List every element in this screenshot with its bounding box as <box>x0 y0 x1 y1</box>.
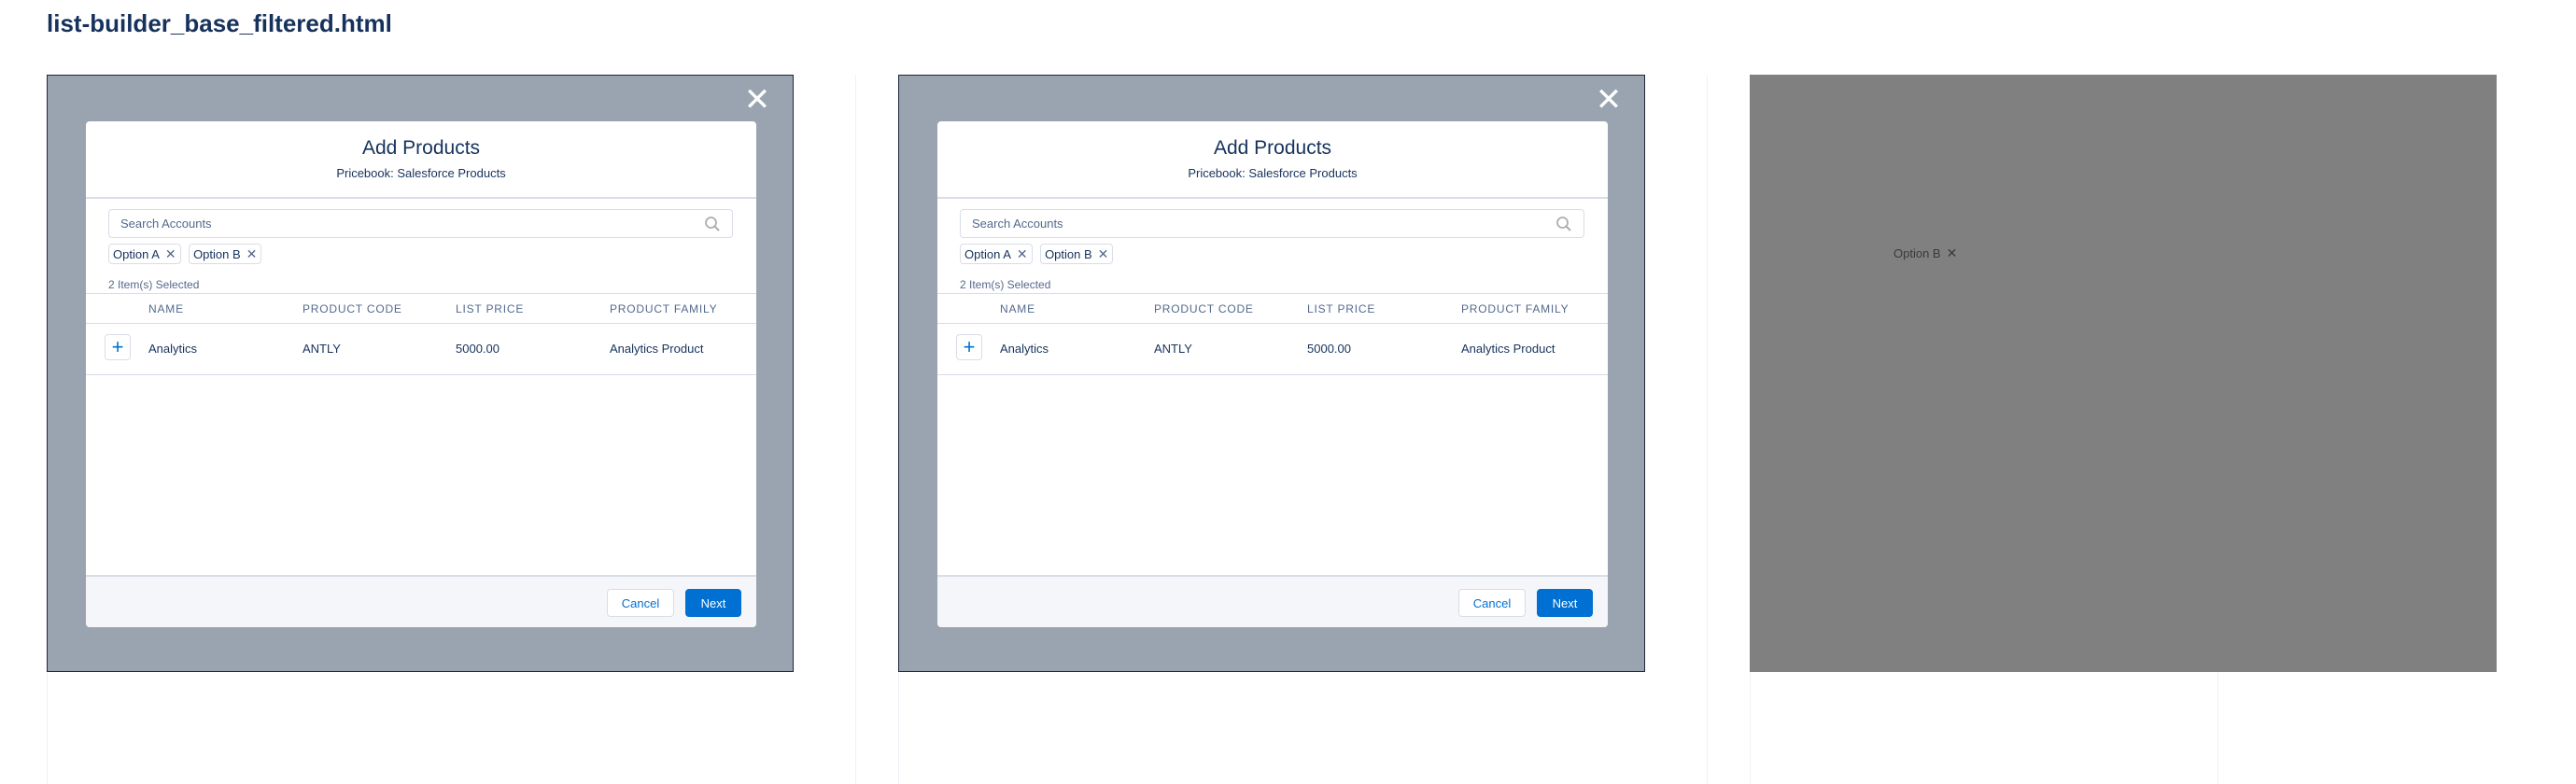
pill-label: Option B <box>1045 246 1092 261</box>
cell-name: Analytics <box>1000 342 1049 356</box>
cancel-button[interactable]: Cancel <box>607 589 674 617</box>
search-placeholder: Search Accounts <box>972 217 1063 231</box>
table-row: + Analytics ANTLY 5000.00 Analytics Prod… <box>86 324 756 375</box>
pill-option-b: Option B ✕ <box>189 244 262 264</box>
modal-body: Search Accounts Option A ✕ Option B ✕ 2 It… <box>86 199 756 575</box>
cell-product-code: ANTLY <box>303 342 341 356</box>
add-products-modal: Add Products Pricebook: Salesforce Produ… <box>937 121 1608 627</box>
column-header-product-code: PRODUCT CODE <box>1154 302 1254 315</box>
modal-header: Add Products Pricebook: Salesforce Produ… <box>937 121 1608 199</box>
table-header: NAME PRODUCT CODE LIST PRICE PRODUCT FAM… <box>86 293 756 324</box>
close-icon[interactable]: ✕ <box>1017 246 1028 262</box>
selected-pills: Option A ✕ Option B ✕ <box>108 244 265 266</box>
modal-subtitle: Pricebook: Salesforce Products <box>1188 166 1358 180</box>
add-products-modal: Add Products Pricebook: Salesforce Produ… <box>86 121 756 627</box>
close-icon[interactable]: ✕ <box>246 246 258 262</box>
cell-product-family: Analytics Product <box>610 342 704 356</box>
modal-frame-2: ✕ Add Products Pricebook: Salesforce Pro… <box>898 75 1645 672</box>
products-table: NAME PRODUCT CODE LIST PRICE PRODUCT FAM… <box>86 293 756 375</box>
pill-option-b: Option B ✕ <box>1040 244 1114 264</box>
next-button[interactable]: Next <box>685 589 741 617</box>
next-button[interactable]: Next <box>1537 589 1593 617</box>
close-icon[interactable]: ✕ <box>742 84 772 116</box>
table-header: NAME PRODUCT CODE LIST PRICE PRODUCT FAM… <box>937 293 1608 324</box>
modal-footer: Cancel Next <box>937 575 1608 627</box>
pill-label: Option A <box>964 246 1011 261</box>
filtered-frame-3: Option B ✕ <box>1750 75 2497 672</box>
selected-count: 2 Item(s) Selected <box>960 278 1051 291</box>
modal-title: Add Products <box>1213 137 1332 159</box>
column-header-list-price: LIST PRICE <box>456 302 525 315</box>
cell-list-price: 5000.00 <box>456 342 500 356</box>
column-header-product-code: PRODUCT CODE <box>303 302 402 315</box>
plus-icon[interactable]: + <box>956 334 982 360</box>
column-header-product-family: PRODUCT FAMILY <box>610 302 718 315</box>
cell-product-family: Analytics Product <box>1461 342 1555 356</box>
cell-list-price: 5000.00 <box>1307 342 1351 356</box>
cell-name: Analytics <box>148 342 198 356</box>
modal-frame-1: ✕ Add Products Pricebook: Salesforce Pro… <box>47 75 794 672</box>
search-icon <box>1556 217 1571 231</box>
pill-option-b: Option B ✕ <box>1892 243 1959 263</box>
pill-label: Option A <box>113 246 160 261</box>
search-icon <box>705 217 720 231</box>
modal-subtitle: Pricebook: Salesforce Products <box>336 166 506 180</box>
selected-count: 2 Item(s) Selected <box>108 278 200 291</box>
cell-product-code: ANTLY <box>1154 342 1192 356</box>
cancel-button[interactable]: Cancel <box>1458 589 1526 617</box>
pill-label: Option B <box>1893 245 1941 260</box>
table-row: + Analytics ANTLY 5000.00 Analytics Prod… <box>937 324 1608 375</box>
selected-pills: Option A ✕ Option B ✕ <box>960 244 1117 266</box>
search-placeholder: Search Accounts <box>120 217 212 231</box>
close-icon[interactable]: ✕ <box>1098 246 1109 262</box>
page-title: list-builder_base_filtered.html <box>47 9 392 37</box>
modal-body: Search Accounts Option A ✕ Option B ✕ 2 It… <box>937 199 1608 575</box>
modal-header: Add Products Pricebook: Salesforce Produ… <box>86 121 756 199</box>
search-input[interactable]: Search Accounts <box>960 209 1584 238</box>
column-header-name: NAME <box>148 302 184 315</box>
modal-footer: Cancel Next <box>86 575 756 627</box>
close-icon[interactable]: ✕ <box>165 246 176 262</box>
close-icon[interactable]: ✕ <box>1947 245 1958 261</box>
column-header-name: NAME <box>1000 302 1035 315</box>
close-icon[interactable]: ✕ <box>1594 84 1624 116</box>
plus-icon[interactable]: + <box>105 334 131 360</box>
products-table: NAME PRODUCT CODE LIST PRICE PRODUCT FAM… <box>937 293 1608 375</box>
column-header-list-price: LIST PRICE <box>1307 302 1376 315</box>
pill-label: Option B <box>193 246 241 261</box>
pill-option-a: Option A ✕ <box>108 244 181 264</box>
search-input[interactable]: Search Accounts <box>108 209 733 238</box>
modal-title: Add Products <box>361 137 481 159</box>
column-header-product-family: PRODUCT FAMILY <box>1461 302 1570 315</box>
pill-option-a: Option A ✕ <box>960 244 1033 264</box>
